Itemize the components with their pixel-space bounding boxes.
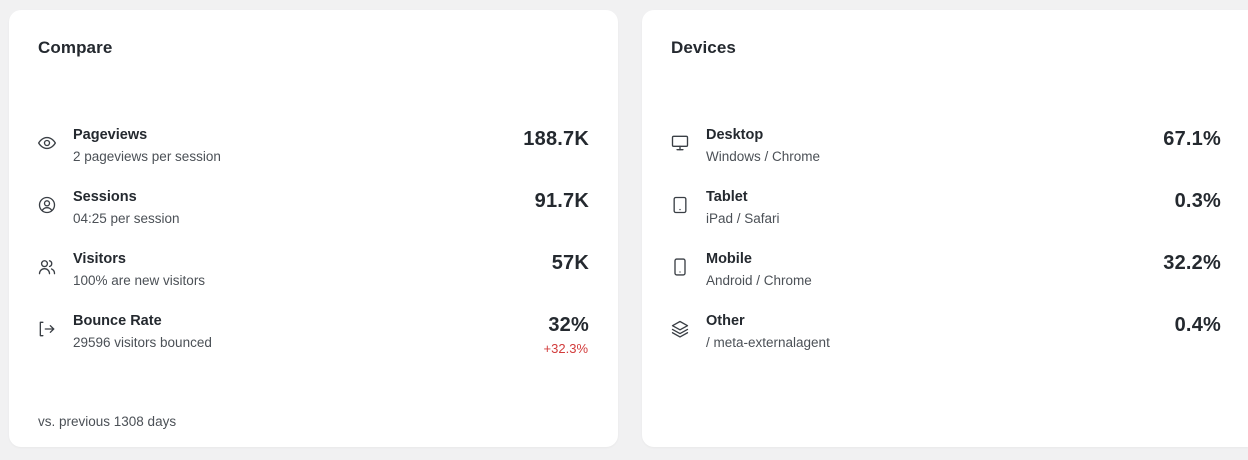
row-value: 32.2%	[1163, 252, 1221, 274]
row-subtitle: 29596 visitors bounced	[73, 335, 212, 350]
row-title: Pageviews	[73, 127, 148, 143]
mobile-icon	[670, 257, 690, 277]
row-subtitle: / meta-externalagent	[706, 335, 830, 350]
device-row-other[interactable]: Other / meta-externalagent 0.4%	[642, 313, 1248, 375]
compare-row-pageviews[interactable]: Pageviews 2 pageviews per session 188.7K	[9, 127, 618, 189]
row-title: Mobile	[706, 251, 752, 267]
row-subtitle: Android / Chrome	[706, 273, 812, 288]
devices-title: Devices	[671, 38, 736, 57]
row-subtitle: 2 pageviews per session	[73, 149, 221, 164]
compare-row-sessions[interactable]: Sessions 04:25 per session 91.7K	[9, 189, 618, 251]
row-value: 57K	[551, 252, 589, 274]
row-subtitle: 100% are new visitors	[73, 273, 206, 288]
compare-row-bounce-rate[interactable]: Bounce Rate 29596 visitors bounced 32% +…	[9, 313, 618, 375]
row-title: Tablet	[706, 189, 748, 205]
row-subtitle: 04:25 per session	[73, 211, 180, 226]
devices-card: Devices Desktop Windows / Chrome 67.1% T…	[642, 10, 1248, 447]
exit-icon	[37, 319, 57, 339]
compare-title: Compare	[38, 38, 113, 57]
compare-list: Pageviews 2 pageviews per session 188.7K…	[9, 127, 618, 375]
row-value: 0.4%	[1174, 314, 1221, 336]
row-title: Other	[706, 313, 745, 329]
compare-card: Compare Pageviews 2 pageviews per sessio…	[9, 10, 618, 447]
desktop-icon	[670, 133, 690, 153]
tablet-icon	[670, 195, 690, 215]
row-value: 188.7K	[523, 128, 589, 150]
layers-icon	[670, 319, 690, 339]
comparison-period: vs. previous 1308 days	[38, 414, 177, 429]
devices-list: Desktop Windows / Chrome 67.1% Tablet iP…	[642, 127, 1248, 375]
device-row-mobile[interactable]: Mobile Android / Chrome 32.2%	[642, 251, 1248, 313]
row-subtitle: Windows / Chrome	[706, 149, 821, 164]
row-value: 67.1%	[1163, 128, 1221, 150]
row-value: 32%	[548, 314, 589, 336]
row-value: 91.7K	[534, 190, 589, 212]
user-circle-icon	[37, 195, 57, 215]
change-badge: +32.3%	[543, 341, 588, 356]
row-subtitle: iPad / Safari	[706, 211, 780, 226]
row-title: Desktop	[706, 127, 764, 143]
row-title: Bounce Rate	[73, 313, 162, 329]
row-value: 0.3%	[1174, 190, 1221, 212]
users-icon	[37, 257, 57, 277]
row-title: Visitors	[73, 251, 126, 267]
device-row-desktop[interactable]: Desktop Windows / Chrome 67.1%	[642, 127, 1248, 189]
device-row-tablet[interactable]: Tablet iPad / Safari 0.3%	[642, 189, 1248, 251]
compare-row-visitors[interactable]: Visitors 100% are new visitors 57K	[9, 251, 618, 313]
row-title: Sessions	[73, 189, 137, 205]
eye-icon	[37, 133, 57, 153]
